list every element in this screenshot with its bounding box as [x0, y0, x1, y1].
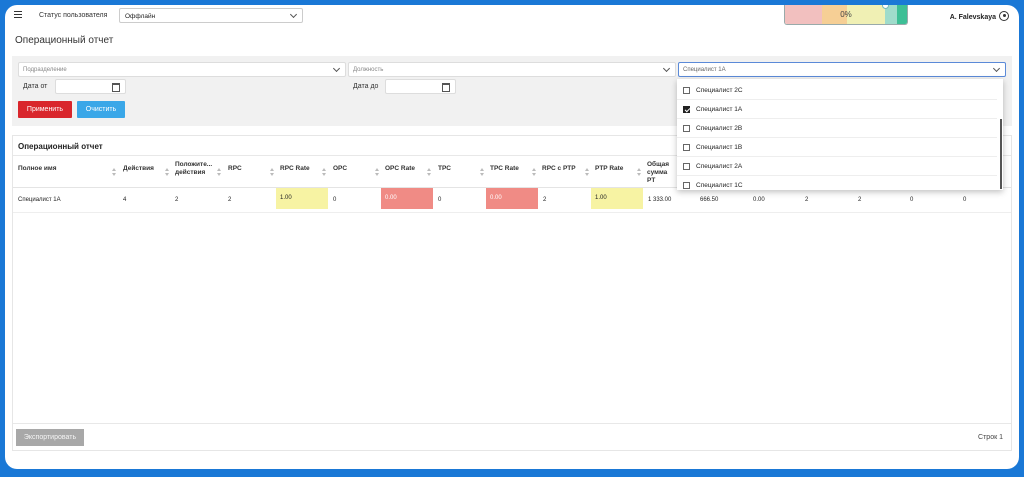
cell-value: 0.00	[753, 197, 765, 203]
sort-icon[interactable]	[270, 168, 274, 176]
date-from-label: Дата от	[23, 83, 48, 90]
chevron-down-icon	[332, 64, 341, 73]
report-title: Операционный отчет	[18, 142, 103, 151]
sort-icon[interactable]	[532, 168, 536, 176]
progress-percent: 0%	[840, 10, 852, 19]
specialist-select-value: Специалист 1А	[683, 67, 726, 73]
page-title: Операционный отчет	[15, 35, 114, 46]
column-header[interactable]: PTP Rate	[595, 165, 623, 173]
division-placeholder: Подразделение	[23, 67, 67, 73]
option-label: Специалист 2С	[696, 87, 743, 94]
apply-button[interactable]: Применить	[18, 101, 72, 118]
option-label: Специалист 1С	[696, 182, 743, 189]
column-header[interactable]: RPC с PTP	[542, 165, 576, 173]
cell-opc-rate: 0.00	[381, 188, 433, 209]
specialist-select[interactable]: Специалист 1А	[678, 62, 1006, 77]
sort-icon[interactable]	[427, 168, 431, 176]
cell-ptp-rate: 1.00	[591, 188, 643, 209]
checkbox[interactable]	[683, 163, 690, 170]
calendar-icon[interactable]	[442, 83, 450, 92]
column-header[interactable]: OPC	[333, 165, 347, 173]
cell-full-name: Специалист 1А	[18, 197, 61, 203]
date-from-input[interactable]	[55, 79, 126, 94]
cell-rpc-ptp: 2	[543, 197, 547, 203]
dropdown-option[interactable]: Специалист 2С	[677, 82, 997, 100]
column-header[interactable]: OPC Rate	[385, 165, 415, 173]
position-select[interactable]: Должность	[348, 62, 676, 77]
checkbox[interactable]	[683, 125, 690, 132]
divider	[13, 423, 1011, 424]
column-header[interactable]: Действия	[123, 165, 154, 173]
cell-positive-actions: 2	[175, 197, 179, 203]
cell-value: 0	[963, 197, 967, 203]
date-to-label: Дата до	[353, 83, 379, 90]
top-bar: Статус пользователя Оффлайн 0% A. Falevs…	[5, 5, 1019, 27]
calendar-icon[interactable]	[112, 83, 120, 92]
chevron-down-icon	[662, 64, 671, 73]
option-label: Специалист 1А	[696, 106, 743, 113]
cell-tpc: 0	[438, 197, 442, 203]
checkbox-checked[interactable]	[683, 106, 690, 113]
checkbox[interactable]	[683, 182, 690, 189]
column-header[interactable]: TPC	[438, 165, 451, 173]
sort-icon[interactable]	[637, 168, 641, 176]
checkbox[interactable]	[683, 144, 690, 151]
option-label: Специалист 1В	[696, 144, 743, 151]
dropdown-scrollbar[interactable]	[1000, 119, 1002, 189]
status-label: Статус пользователя	[39, 12, 108, 19]
cell-actions: 4	[123, 197, 127, 203]
specialist-dropdown-list: Специалист 2С Специалист 1А Специалист 2…	[677, 79, 1003, 190]
column-header[interactable]: Полное имя	[18, 165, 57, 173]
cell-tpc-rate: 0.00	[486, 188, 538, 209]
option-label: Специалист 2А	[696, 163, 743, 170]
export-button[interactable]: Экспортировать	[16, 429, 84, 446]
rows-count: Строк 1	[978, 434, 1003, 441]
user-status-select[interactable]: Оффлайн	[119, 8, 303, 23]
column-header[interactable]: TPC Rate	[490, 165, 519, 173]
dropdown-option[interactable]: Специалист 1С	[677, 177, 997, 190]
user-avatar-icon	[999, 11, 1009, 21]
column-header[interactable]: RPC Rate	[280, 165, 310, 173]
position-placeholder: Должность	[353, 67, 384, 73]
sort-icon[interactable]	[112, 168, 116, 176]
app-frame: Статус пользователя Оффлайн 0% A. Falevs…	[5, 5, 1019, 469]
cell-value: 2	[858, 197, 862, 203]
chevron-down-icon	[992, 64, 1001, 73]
user-status-value: Оффлайн	[125, 13, 156, 20]
sort-icon[interactable]	[375, 168, 379, 176]
division-select[interactable]: Подразделение	[18, 62, 346, 77]
dropdown-option[interactable]: Специалист 1А	[677, 101, 997, 119]
cell-rpc: 2	[228, 197, 232, 203]
sort-icon[interactable]	[585, 168, 589, 176]
cell-value: 666.50	[700, 197, 719, 203]
dropdown-option[interactable]: Специалист 1В	[677, 139, 997, 157]
clear-button[interactable]: Очистить	[77, 101, 125, 118]
progress-indicator: 0%	[784, 5, 908, 25]
column-header[interactable]: RPC	[228, 165, 242, 173]
cell-total-ptp: 1 333.00	[648, 197, 672, 203]
sort-icon[interactable]	[217, 168, 221, 176]
divider	[13, 212, 1011, 213]
sort-icon[interactable]	[480, 168, 484, 176]
option-label: Специалист 2В	[696, 125, 743, 132]
column-header[interactable]: Общая сумма PT	[647, 161, 677, 185]
dropdown-option[interactable]: Специалист 2А	[677, 158, 997, 176]
cell-opc: 0	[333, 197, 337, 203]
cell-value: 2	[805, 197, 809, 203]
chevron-down-icon	[289, 10, 298, 19]
checkbox[interactable]	[683, 87, 690, 94]
user-menu[interactable]: A. Falevskaya	[950, 11, 1009, 21]
sort-icon[interactable]	[165, 168, 169, 176]
user-name: A. Falevskaya	[949, 14, 996, 21]
date-to-input[interactable]	[385, 79, 456, 94]
column-header[interactable]: Положите... действия	[175, 161, 213, 177]
cell-value: 0	[910, 197, 914, 203]
hamburger-menu-icon[interactable]	[14, 11, 22, 18]
cell-rpc-rate: 1.00	[276, 188, 328, 209]
sort-icon[interactable]	[322, 168, 326, 176]
dropdown-option[interactable]: Специалист 2В	[677, 120, 997, 138]
